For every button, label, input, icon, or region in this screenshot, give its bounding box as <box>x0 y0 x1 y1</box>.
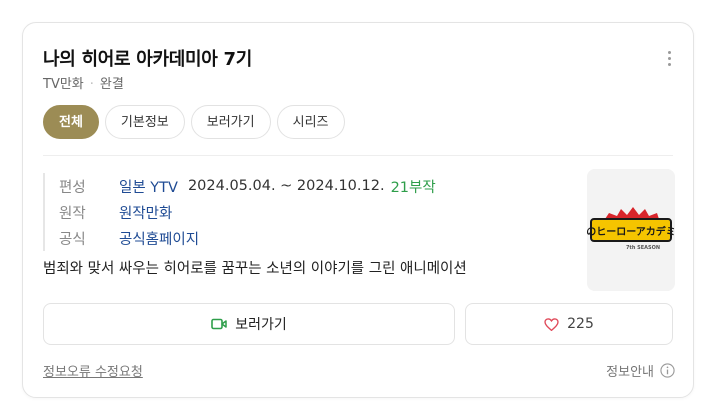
info-icon <box>660 363 675 378</box>
info-row-broadcast: 편성 일본 YTV 2024.05.04. ~ 2024.10.12. 21부작 <box>59 173 436 199</box>
anime-info-card: 나의 히어로 아카데미아 7기 TV만화 · 완결 전체 기본정보 보러가기 시리즈… <box>22 22 694 398</box>
logo-text: 僕のヒーローアカデミア <box>587 225 675 238</box>
broadcast-channel-link[interactable]: 일본 YTV <box>119 176 178 197</box>
broadcast-label: 편성 <box>59 179 86 196</box>
info-guide-label: 정보안내 <box>606 365 654 380</box>
anime-logo: 僕のヒーローアカデミア 7th SEASON <box>587 169 675 291</box>
original-label: 원작 <box>59 205 86 222</box>
video-camera-icon <box>211 318 227 330</box>
tab-watch[interactable]: 보러가기 <box>190 105 271 139</box>
tab-basic-info[interactable]: 기본정보 <box>104 105 185 139</box>
card-subtitle: TV만화 · 완결 <box>43 73 124 92</box>
watch-button[interactable]: 보러가기 <box>43 303 455 345</box>
card-title[interactable]: 나의 히어로 아카데미아 7기 <box>43 45 252 71</box>
poster-image[interactable]: 僕のヒーローアカデミア 7th SEASON <box>587 169 675 291</box>
watch-button-label: 보러가기 <box>235 317 287 333</box>
official-homepage-link[interactable]: 공식홈페이지 <box>119 228 199 249</box>
tab-all[interactable]: 전체 <box>43 105 99 139</box>
original-work-link[interactable]: 원작만화 <box>119 202 172 223</box>
broadcast-dates: 2024.05.04. ~ 2024.10.12. <box>187 178 385 194</box>
divider <box>43 155 673 156</box>
more-options-icon[interactable] <box>667 51 673 69</box>
type-label: TV만화 <box>43 77 84 92</box>
season-text: 7th SEASON <box>626 245 660 251</box>
report-error-link[interactable]: 정보오류 수정요청 <box>43 361 143 380</box>
status-label: 완결 <box>99 77 124 92</box>
tab-series[interactable]: 시리즈 <box>276 105 345 139</box>
info-row-original: 원작 원작만화 <box>59 199 436 225</box>
description: 범죄와 맞서 싸우는 히어로를 꿈꾸는 소년의 이야기를 그린 애니메이션 <box>43 261 467 277</box>
heart-icon <box>544 317 559 331</box>
info-row-official: 공식 공식홈페이지 <box>59 225 436 251</box>
like-button[interactable]: 225 <box>465 303 673 345</box>
separator-dot: · <box>89 77 94 92</box>
episode-count: 21부작 <box>390 179 436 196</box>
official-label: 공식 <box>59 231 86 248</box>
info-guide-link[interactable]: 정보안내 <box>606 361 675 380</box>
info-list: 편성 일본 YTV 2024.05.04. ~ 2024.10.12. 21부작… <box>43 173 436 251</box>
like-count: 225 <box>567 316 594 332</box>
tab-bar: 전체 기본정보 보러가기 시리즈 <box>43 105 345 139</box>
